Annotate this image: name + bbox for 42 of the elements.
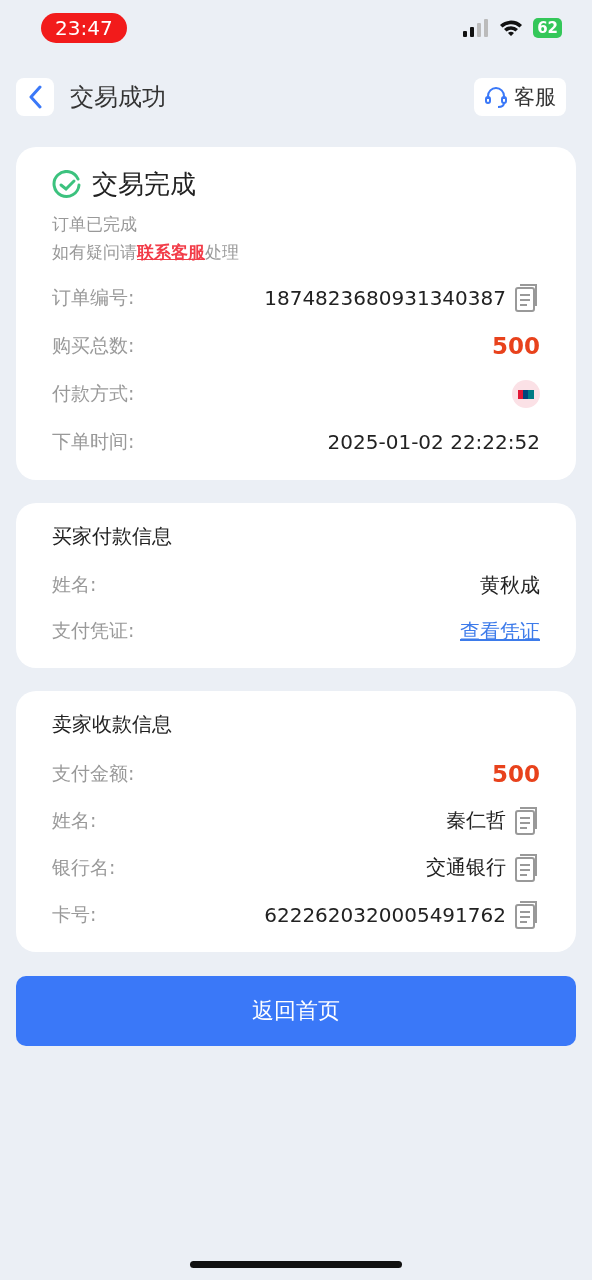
back-icon xyxy=(28,85,42,109)
field-value: 秦仁哲 xyxy=(446,807,506,834)
copy-icon[interactable] xyxy=(514,899,540,930)
headset-icon xyxy=(484,85,508,109)
amount-value: 500 xyxy=(492,333,540,359)
battery-level: 62 xyxy=(533,17,562,38)
help-text: 如有疑问请 xyxy=(52,242,137,262)
contact-service-link[interactable]: 联系客服 xyxy=(137,242,205,262)
field-label: 下单时间: xyxy=(52,429,135,454)
field-value: 交通银行 xyxy=(426,854,506,881)
field-label: 卡号: xyxy=(52,901,97,927)
field-value: 6222620320005491762 xyxy=(264,902,506,927)
status-time: 23:47 xyxy=(41,12,127,43)
section-title: 买家付款信息 xyxy=(52,523,173,550)
copy-icon[interactable] xyxy=(514,283,540,313)
field-label: 订单编号: xyxy=(52,285,135,310)
customer-service-button[interactable]: 客服 xyxy=(474,78,566,116)
field-value: 黄秋成 xyxy=(480,571,540,599)
section-title: 卖家收款信息 xyxy=(52,711,173,738)
field-label: 姓名: xyxy=(52,572,97,597)
wifi-icon xyxy=(499,18,524,37)
field-value: 1874823680931340387 xyxy=(264,286,506,310)
field-label: 支付金额: xyxy=(52,760,135,786)
copy-icon[interactable] xyxy=(514,852,540,883)
field-label: 付款方式: xyxy=(52,381,135,406)
check-circle-icon xyxy=(52,169,82,200)
status-title: 交易完成 xyxy=(92,168,196,201)
help-text: 处理 xyxy=(205,242,239,262)
back-to-home-button[interactable]: 返回首页 xyxy=(16,976,576,1046)
view-voucher-link[interactable]: 查看凭证 xyxy=(460,617,540,645)
field-label: 支付凭证: xyxy=(52,618,135,643)
page-title: 交易成功 xyxy=(70,82,167,113)
amount-value: 500 xyxy=(492,760,540,787)
signal-icon xyxy=(463,18,490,37)
copy-icon[interactable] xyxy=(514,805,540,836)
field-label: 银行名: xyxy=(52,854,116,880)
status-message: 订单已完成 xyxy=(52,213,138,236)
field-label: 姓名: xyxy=(52,807,97,833)
back-button[interactable] xyxy=(16,78,54,116)
bank-card-icon xyxy=(512,380,540,408)
field-value: 2025-01-02 22:22:52 xyxy=(327,430,540,454)
field-label: 购买总数: xyxy=(52,333,135,358)
